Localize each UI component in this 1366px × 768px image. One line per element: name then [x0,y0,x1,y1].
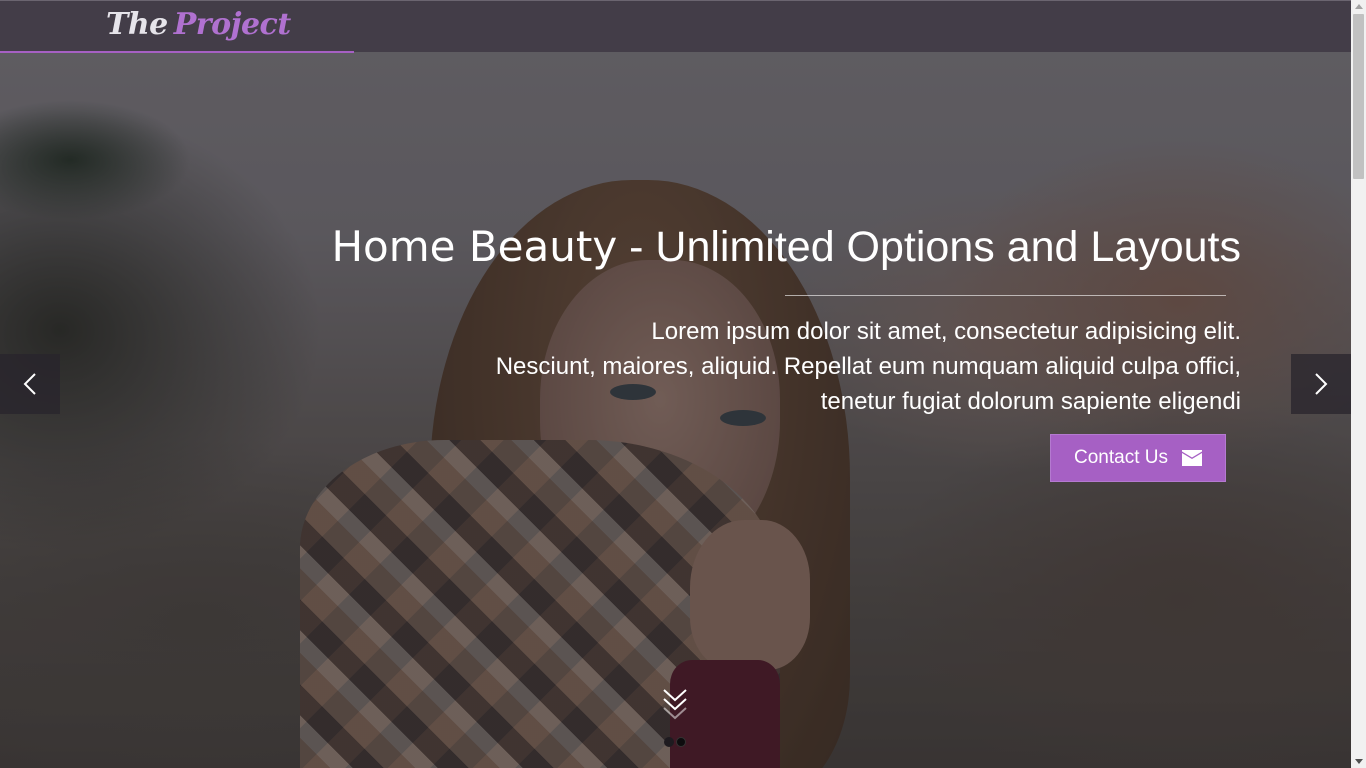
slide-text-line: Lorem ipsum dolor sit amet, consectetur … [651,318,1241,345]
chevron-right-icon [1315,373,1328,395]
envelope-icon [1181,450,1202,466]
logo-word-the: The [106,7,168,42]
carousel-dot[interactable] [664,737,674,747]
scroll-down-button[interactable] [662,688,688,725]
contact-us-button[interactable]: Contact Us [1050,434,1226,482]
page-scrollbar[interactable] [1351,0,1366,768]
double-chevron-down-icon [663,689,687,720]
site-logo[interactable]: The Project [106,7,291,42]
slide-title: Home Beauty - Unlimited Options and Layo… [331,222,1241,272]
header-accent-underline [0,51,354,53]
carousel-pagination [664,737,686,747]
scroll-up-arrow-icon[interactable] [1355,4,1363,9]
slide-divider [785,295,1226,296]
site-header: The Project [0,0,1351,52]
carousel-prev-button[interactable] [0,354,60,414]
scrollbar-thumb[interactable] [1353,14,1364,179]
slide-text-line: tenetur fugiat dolorum sapiente eligendi [820,388,1241,415]
contact-us-label: Contact Us [1074,447,1168,468]
chevron-left-icon [23,373,36,395]
slide-description: Lorem ipsum dolor sit amet, consectetur … [481,314,1241,419]
slide-title-rest: - Unlimited Options and Layouts [617,223,1241,271]
slide-text-line: Nesciunt, maiores, aliquid. Repellat eum… [495,353,1241,380]
carousel-dot-active[interactable] [676,737,686,747]
scroll-down-arrow-icon[interactable] [1355,759,1363,764]
slide-title-lead: Home Beauty [331,222,618,271]
carousel-next-button[interactable] [1291,354,1351,414]
logo-word-project: Project [173,7,291,42]
